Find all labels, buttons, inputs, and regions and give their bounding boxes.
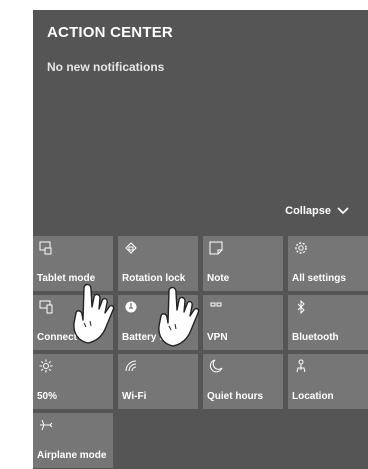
tile-label: VPN (207, 332, 228, 343)
tablet-mode-icon (39, 241, 53, 255)
tile-label: Note (207, 273, 230, 284)
tile-note[interactable]: Note (203, 236, 283, 291)
collapse-label: Collapse (285, 205, 331, 217)
tile-airplane-mode[interactable]: Airplane mode (33, 413, 113, 468)
tile-location[interactable]: Location (288, 354, 368, 409)
battery-saver-icon (124, 300, 138, 314)
notifications-status: No new notifications (47, 60, 165, 74)
rotation-lock-icon (124, 241, 138, 255)
chevron-down-icon (337, 207, 349, 215)
tile-label: Location (292, 391, 334, 402)
location-icon (294, 359, 308, 373)
tap-hand-icon (73, 283, 115, 344)
tile-label: Airplane mode (37, 450, 107, 461)
tile-vpn[interactable]: VPN (203, 295, 283, 350)
note-icon (209, 241, 223, 255)
tile-quiet-hours[interactable]: Quiet hours (203, 354, 283, 409)
tile-all-settings[interactable]: All settings (288, 236, 368, 291)
tap-hand-icon (158, 286, 200, 347)
tile-bluetooth[interactable]: Bluetooth (288, 295, 368, 350)
tile-brightness[interactable]: 50% (33, 354, 113, 409)
wifi-icon (124, 359, 138, 373)
bluetooth-icon (294, 300, 308, 314)
tile-label: 50% (37, 391, 58, 402)
moon-icon (209, 359, 223, 373)
tile-label: Wi-Fi (122, 391, 147, 402)
tile-label: Rotation lock (122, 273, 186, 284)
brightness-icon (39, 359, 53, 373)
tile-label: Bluetooth (292, 332, 339, 343)
action-center-title: ACTION CENTER (47, 24, 173, 41)
gear-icon (294, 241, 308, 255)
tile-rotation-lock[interactable]: Rotation lock (118, 236, 198, 291)
tile-label: Quiet hours (207, 391, 264, 402)
tile-wifi[interactable]: Wi-Fi (118, 354, 198, 409)
tile-label: All settings (292, 273, 346, 284)
airplane-icon (39, 418, 53, 432)
vpn-icon (209, 300, 223, 314)
action-center-panel: ACTION CENTER No new notifications Colla… (33, 10, 368, 469)
collapse-button[interactable]: Collapse (285, 205, 349, 217)
connect-icon (39, 300, 53, 314)
